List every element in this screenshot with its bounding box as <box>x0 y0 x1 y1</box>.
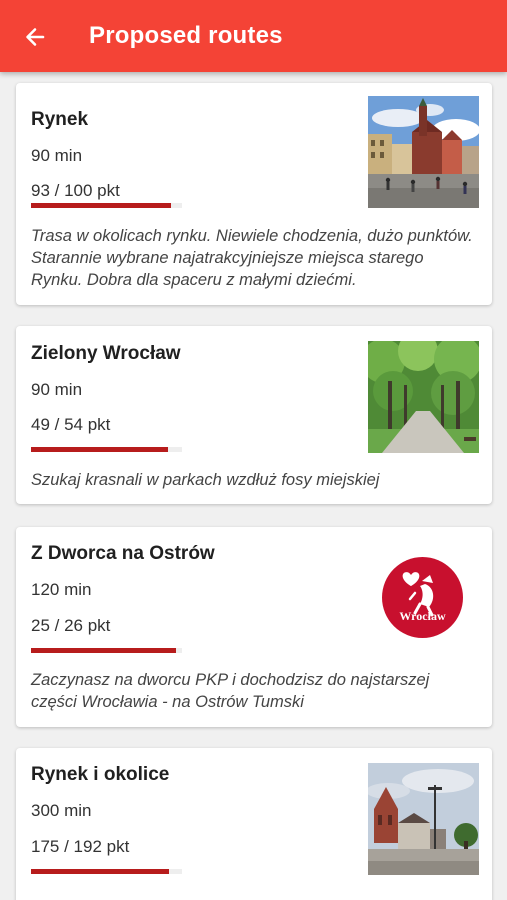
church-street-photo <box>368 763 479 875</box>
page-title: Proposed routes <box>89 22 283 49</box>
route-progress-bar <box>31 648 182 653</box>
route-duration: 90 min <box>31 380 83 399</box>
routes-list[interactable]: Rynek 90 min 93 / 100 pkt Trasa w okolic… <box>0 72 507 900</box>
route-card-rynek-i-okolice[interactable]: Rynek i okolice 300 min 175 / 192 pkt <box>16 748 492 900</box>
route-duration: 90 min <box>31 146 83 165</box>
wroclaw-logo: Wrocław <box>382 557 463 638</box>
route-points: 175 / 192 pkt <box>31 837 130 856</box>
route-title: Z Dworca na Ostrów <box>31 543 215 564</box>
route-points: 25 / 26 pkt <box>31 616 111 635</box>
route-progress-fill <box>31 203 172 208</box>
route-card-rynek[interactable]: Rynek 90 min 93 / 100 pkt Trasa w okolic… <box>16 83 492 305</box>
route-progress-fill <box>31 447 168 452</box>
route-duration: 120 min <box>31 580 92 599</box>
route-points: 49 / 54 pkt <box>31 415 111 434</box>
route-progress-fill <box>31 869 169 874</box>
route-title: Zielony Wrocław <box>31 343 181 364</box>
park-alley-photo <box>368 341 479 453</box>
route-description: Szukaj krasnali w parkach wzdłuż fosy mi… <box>31 471 380 489</box>
route-title: Rynek i okolice <box>31 764 170 785</box>
market-square-photo <box>368 96 479 208</box>
route-description: Trasa w okolicach rynku. Niewiele chodze… <box>31 227 473 289</box>
route-card-z-dworca-na-ostrow[interactable]: Z Dworca na Ostrów 120 min 25 / 26 pkt Z… <box>16 527 492 727</box>
app-bar: Proposed routes <box>0 0 507 72</box>
route-progress-fill <box>31 648 176 653</box>
route-card-zielony-wroclaw[interactable]: Zielony Wrocław 90 min 49 / 54 pkt Szuka… <box>16 326 492 504</box>
route-points: 93 / 100 pkt <box>31 181 120 200</box>
arrow-left-icon <box>26 28 45 46</box>
route-title: Rynek <box>31 109 89 130</box>
wroclaw-logo-text: Wrocław <box>399 609 446 623</box>
back-button[interactable] <box>18 20 52 54</box>
route-progress-bar <box>31 447 182 452</box>
route-description: Zaczynasz na dworcu PKP i dochodzisz do … <box>31 671 430 711</box>
route-progress-bar <box>31 869 182 874</box>
route-progress-bar <box>31 203 182 208</box>
route-duration: 300 min <box>31 801 92 820</box>
